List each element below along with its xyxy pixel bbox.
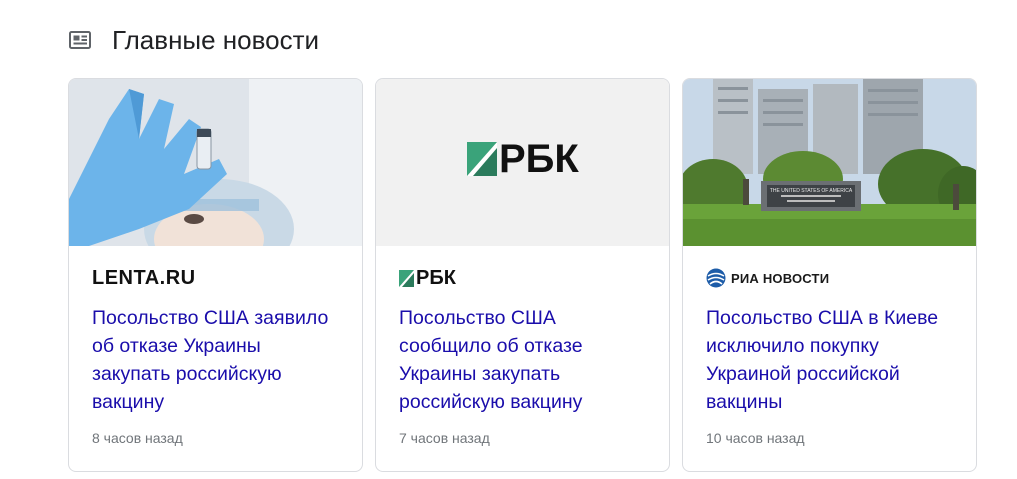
news-thumbnail[interactable]: РБК	[376, 79, 669, 246]
rbk-logo-mark-icon	[467, 142, 497, 176]
news-cards: LENTA.RU Посольство США заявило об отказ…	[68, 78, 977, 472]
newspaper-icon	[68, 28, 92, 52]
news-card[interactable]: LENTA.RU Посольство США заявило об отказ…	[68, 78, 363, 472]
source-logo: LENTA.RU	[92, 266, 340, 290]
rbk-logo-text: РБК	[499, 137, 579, 181]
ria-globe-icon	[706, 268, 726, 288]
top-stories-header: Главные новости	[68, 22, 319, 58]
rbk-small-mark-icon	[399, 269, 414, 287]
rbk-logo: РБК	[467, 137, 579, 181]
headline-link[interactable]: Посольство США заявило об отказе Украины…	[92, 304, 342, 416]
source-logo: РИА НОВОСТИ	[706, 266, 954, 290]
news-thumbnail[interactable]	[69, 79, 362, 246]
embassy-sign-text: THE UNITED STATES OF AMERICA	[770, 188, 853, 194]
source-name: РИА НОВОСТИ	[731, 270, 830, 286]
timestamp: 8 часов назад	[92, 430, 183, 446]
headline-link[interactable]: Посольство США сообщило об отказе Украин…	[399, 304, 649, 416]
news-card[interactable]: THE UNITED STATES OF AMERICA РИА НОВОСТИ…	[682, 78, 977, 472]
timestamp: 7 часов назад	[399, 430, 490, 446]
news-card[interactable]: РБК РБК Посольство США сообщило об отказ…	[375, 78, 670, 472]
vaccine-photo	[69, 79, 362, 246]
section-title: Главные новости	[112, 24, 320, 55]
news-thumbnail[interactable]: THE UNITED STATES OF AMERICA	[683, 79, 976, 246]
source-logo: РБК	[399, 266, 647, 290]
source-name: LENTA.RU	[92, 266, 196, 289]
headline-link[interactable]: Посольство США в Киеве исключило покупку…	[706, 304, 956, 416]
source-name: РБК	[416, 266, 456, 289]
timestamp: 10 часов назад	[706, 430, 805, 446]
embassy-photo: THE UNITED STATES OF AMERICA	[683, 79, 976, 246]
